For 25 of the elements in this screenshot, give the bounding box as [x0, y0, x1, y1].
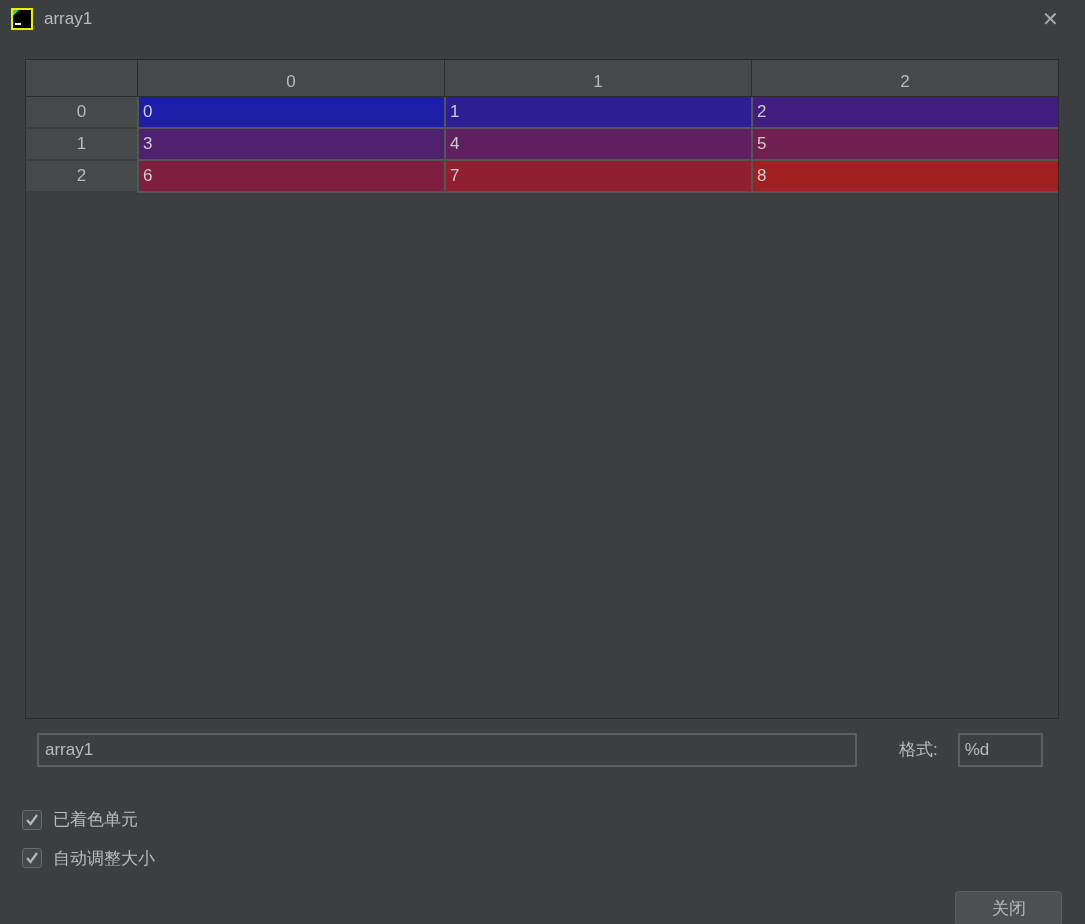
row-header[interactable]: 1 [26, 129, 137, 161]
close-button[interactable]: 关闭 [955, 891, 1062, 924]
row-header[interactable]: 0 [26, 97, 137, 129]
table-cell: 0 [137, 97, 444, 129]
name-field[interactable]: array1 [37, 733, 857, 767]
table-cell: 3 [137, 129, 444, 161]
table-cell: 8 [751, 161, 1058, 193]
checkbox[interactable] [22, 848, 42, 869]
table-cell: 5 [751, 129, 1058, 161]
column-header[interactable]: 0 [137, 60, 444, 97]
checkbox-label: 自动调整大小 [53, 847, 155, 870]
table-cell: 4 [444, 129, 751, 161]
window-title: array1 [44, 8, 93, 31]
table-cell: 1 [444, 97, 751, 129]
checkbox-label: 已着色单元 [53, 809, 138, 831]
format-field[interactable]: %d [957, 733, 1043, 767]
checkbox[interactable] [22, 809, 42, 830]
column-header[interactable]: 1 [444, 60, 751, 97]
table-cell: 2 [751, 97, 1058, 129]
column-header[interactable]: 2 [751, 60, 1058, 97]
table-cell: 6 [137, 161, 444, 193]
table-cell: 7 [444, 161, 751, 193]
row-header[interactable]: 2 [26, 161, 137, 193]
app-logo-icon [11, 8, 33, 30]
format-label: 格式: [899, 739, 938, 762]
